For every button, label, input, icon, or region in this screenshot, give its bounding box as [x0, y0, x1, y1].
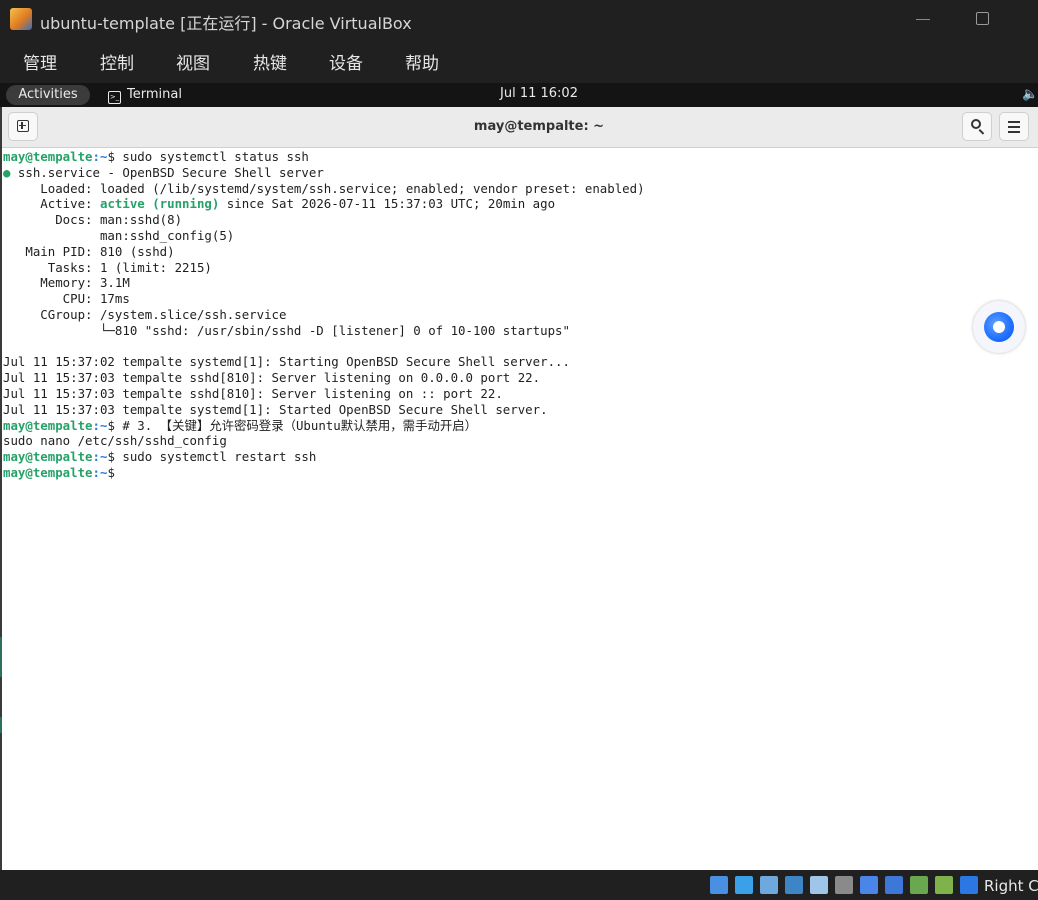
output-line: Jul 11 15:37:03 tempalte systemd[1]: Sta…: [3, 401, 548, 417]
optical-drive-icon[interactable]: [735, 876, 753, 894]
output-line: Loaded: loaded (/lib/systemd/system/ssh.…: [3, 180, 645, 196]
window-title-bar: ubuntu-template [正在运行] - Oracle VirtualB…: [0, 0, 1038, 40]
output-line: Tasks: 1 (limit: 2215): [3, 259, 212, 275]
menu-item-view[interactable]: 视图: [176, 49, 210, 74]
network-icon[interactable]: [785, 876, 803, 894]
search-icon: [971, 119, 981, 129]
assistant-icon: [984, 312, 1014, 342]
floating-assistant-button[interactable]: [973, 301, 1025, 353]
mouse-integration-icon[interactable]: [935, 876, 953, 894]
cpu-icon[interactable]: [910, 876, 928, 894]
keyboard-capture-icon[interactable]: [960, 876, 978, 894]
prompt-user: may@tempalte: [3, 417, 93, 433]
output-line: man:sshd_config(5): [3, 227, 235, 243]
command-text: # 3. 【关键】允许密码登录（Ubuntu默认禁用，需手动开启）: [122, 417, 478, 433]
prompt-symbol: $: [107, 464, 123, 480]
window-title: ubuntu-template [正在运行] - Oracle VirtualB…: [40, 14, 412, 33]
output-text: Active:: [3, 196, 100, 212]
prompt-line: may@tempalte:~$ sudo systemctl restart s…: [3, 449, 645, 465]
prompt-path: :~: [92, 449, 108, 465]
prompt-symbol: $: [107, 417, 123, 433]
maximize-button[interactable]: [976, 12, 989, 25]
output-line: Docs: man:sshd(8): [3, 212, 183, 228]
prompt-line: may@tempalte:~$ sudo systemctl status ss…: [3, 149, 645, 165]
command-text: sudo systemctl restart ssh: [122, 449, 317, 465]
output-line: Memory: 3.1M: [3, 275, 130, 291]
prompt-path: :~: [92, 149, 108, 164]
audio-icon[interactable]: [760, 876, 778, 894]
prompt-line: may@tempalte:~$: [3, 465, 645, 481]
prompt-user: may@tempalte: [3, 464, 93, 480]
recording-icon[interactable]: [885, 876, 903, 894]
terminal-header-bar: may@tempalte: ~: [2, 107, 1038, 148]
usb-icon[interactable]: [810, 876, 828, 894]
prompt-user: may@tempalte: [3, 149, 93, 164]
menu-item-manage[interactable]: 管理: [23, 49, 57, 74]
hamburger-menu-button[interactable]: [999, 112, 1029, 141]
menu-item-devices[interactable]: 设备: [329, 49, 363, 74]
menu-item-control[interactable]: 控制: [100, 49, 134, 74]
output-text: ssh.service - OpenBSD Secure Shell serve…: [10, 164, 324, 180]
prompt-path: :~: [92, 417, 108, 433]
clock[interactable]: Jul 11 16:02: [0, 86, 1038, 101]
output-line: Jul 11 15:37:03 tempalte sshd[810]: Serv…: [3, 370, 541, 386]
hard-disk-icon[interactable]: [710, 876, 728, 894]
vm-status-bar: Right Ct: [0, 870, 1038, 900]
menu-item-help[interactable]: 帮助: [405, 49, 439, 74]
host-key-label: Right Ct: [984, 877, 1038, 895]
speaker-icon[interactable]: 🔈: [1022, 87, 1038, 102]
terminal-title: may@tempalte: ~: [473, 119, 605, 134]
output-line: Main PID: 810 (sshd): [3, 243, 175, 259]
output-line: Jul 11 15:37:02 tempalte systemd[1]: Sta…: [3, 354, 570, 370]
output-line: Active: active (running) since Sat 2026-…: [3, 196, 645, 212]
prompt-symbol: $: [107, 149, 123, 164]
minimize-button[interactable]: [916, 19, 930, 20]
search-button[interactable]: [962, 112, 992, 141]
terminal-lines: may@tempalte:~$ sudo systemctl status ss…: [3, 149, 645, 481]
menu-icon: [1008, 121, 1020, 123]
output-line: CGroup: /system.slice/ssh.service: [3, 306, 287, 322]
output-text: since Sat 2026-07-11 15:37:03 UTC; 20min…: [219, 196, 556, 212]
prompt-user: may@tempalte: [3, 449, 93, 465]
prompt-line: may@tempalte:~$ # 3. 【关键】允许密码登录（Ubuntu默认…: [3, 418, 645, 434]
host-menu-bar: 管理 控制 视图 热键 设备 帮助: [0, 40, 1038, 82]
menu-item-hotkeys[interactable]: 热键: [253, 49, 287, 74]
output-line: Jul 11 15:37:03 tempalte sshd[810]: Serv…: [3, 385, 503, 401]
command-text: sudo systemctl status ssh: [122, 149, 309, 164]
output-line: ● ssh.service - OpenBSD Secure Shell ser…: [3, 165, 645, 181]
output-line: sudo nano /etc/ssh/sshd_config: [3, 433, 227, 449]
terminal-output[interactable]: may@tempalte:~$ sudo systemctl status ss…: [2, 148, 1038, 870]
display-icon[interactable]: [860, 876, 878, 894]
service-status: active (running): [99, 196, 220, 212]
prompt-symbol: $: [107, 449, 123, 465]
virtualbox-icon: [10, 8, 32, 30]
prompt-path: :~: [92, 464, 108, 480]
shared-folders-icon[interactable]: [835, 876, 853, 894]
output-line: CPU: 17ms: [3, 291, 130, 307]
output-line: └─810 "sshd: /usr/sbin/sshd -D [listener…: [3, 322, 570, 338]
gnome-top-bar: Activities >_ Terminal Jul 11 16:02 🔈: [0, 83, 1038, 107]
